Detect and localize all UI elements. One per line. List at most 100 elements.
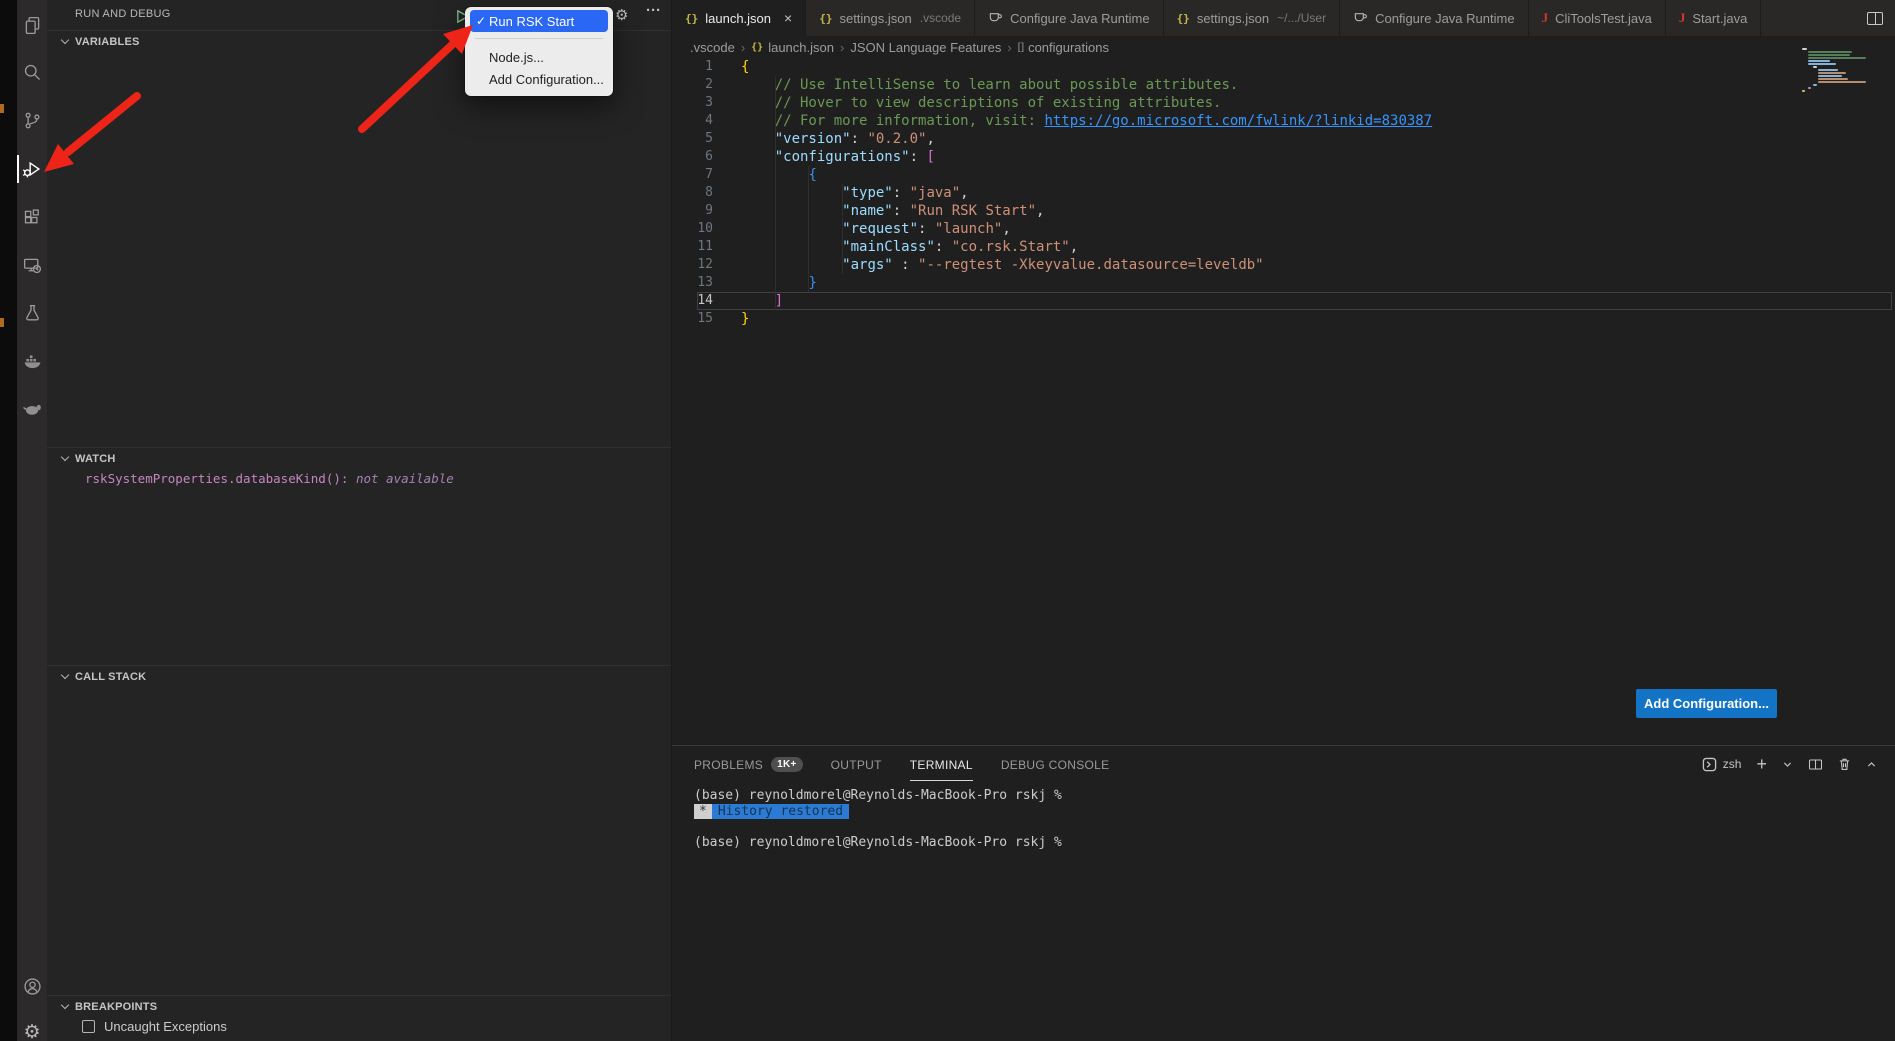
- line-text: // Use IntelliSense to learn about possi…: [741, 76, 1238, 94]
- menu-item-run-rsk-start[interactable]: ✓ Run RSK Start: [470, 10, 608, 32]
- watch-expression[interactable]: rskSystemProperties.databaseKind(): not …: [85, 471, 454, 486]
- line-text: "name": "Run RSK Start",: [741, 202, 1044, 220]
- line-number[interactable]: 11: [672, 238, 713, 256]
- gradle-elephant-icon[interactable]: [17, 391, 47, 427]
- breadcrumb-separator: ›: [741, 40, 745, 55]
- maximize-panel-chevron-up-icon[interactable]: [1866, 759, 1877, 770]
- tab-clitoolstest-java[interactable]: J CliToolsTest.java: [1529, 0, 1666, 36]
- code-line-14[interactable]: 14 ]: [672, 292, 1895, 310]
- line-number[interactable]: 6: [672, 148, 713, 166]
- code-line-11[interactable]: 11 "mainClass": "co.rsk.Start",: [672, 238, 1895, 256]
- tab-label: settings.json: [1197, 11, 1269, 26]
- source-control-icon[interactable]: [17, 102, 47, 138]
- line-number[interactable]: 8: [672, 184, 713, 202]
- kill-terminal-trash-icon[interactable]: [1838, 757, 1851, 771]
- terminal-output[interactable]: (base) reynoldmorel@Reynolds-MacBook-Pro…: [672, 782, 1895, 850]
- minimap-row: [1818, 78, 1848, 80]
- line-number[interactable]: 15: [672, 310, 713, 328]
- code-line-8[interactable]: 8 "type": "java",: [672, 184, 1895, 202]
- line-number[interactable]: 13: [672, 274, 713, 292]
- tab-output[interactable]: OUTPUT: [831, 746, 882, 782]
- watch-section-header[interactable]: WATCH: [47, 447, 671, 469]
- breadcrumb-vscode[interactable]: .vscode: [690, 40, 735, 55]
- chevron-down-icon[interactable]: [1782, 759, 1793, 770]
- tab-problems[interactable]: PROBLEMS 1K+: [694, 746, 803, 782]
- new-terminal-icon[interactable]: +: [1756, 755, 1767, 773]
- uncaught-exceptions-checkbox[interactable]: [82, 1020, 95, 1033]
- run-and-debug-icon[interactable]: [17, 151, 47, 187]
- code-line-9[interactable]: 9 "name": "Run RSK Start",: [672, 202, 1895, 220]
- breadcrumb-configurations[interactable]: [ ]configurations: [1018, 40, 1109, 55]
- code-line-5[interactable]: 5 "version": "0.2.0",: [672, 130, 1895, 148]
- search-icon[interactable]: [17, 54, 47, 90]
- line-text: {: [741, 58, 749, 76]
- code-line-1[interactable]: 1{: [672, 58, 1895, 76]
- terminal-prompt-icon: [1702, 757, 1717, 772]
- line-number[interactable]: 14: [672, 292, 713, 310]
- bottom-panel: PROBLEMS 1K+ OUTPUT TERMINAL DEBUG CONSO…: [672, 745, 1895, 1041]
- explorer-icon[interactable]: [17, 7, 47, 43]
- docker-icon[interactable]: [17, 343, 47, 379]
- editor-tab-bar: {} launch.json × {} settings.json .vscod…: [672, 0, 1895, 36]
- tab-label: CliToolsTest.java: [1555, 11, 1652, 26]
- more-actions-icon[interactable]: ···: [646, 2, 661, 19]
- menu-separator: [475, 38, 603, 39]
- settings-gear-icon[interactable]: ⚙: [17, 1014, 47, 1041]
- remote-explorer-icon[interactable]: [17, 247, 47, 283]
- watch-expression-text: rskSystemProperties.databaseKind():: [85, 471, 356, 486]
- array-icon: [ ]: [1018, 42, 1023, 53]
- code-line-10[interactable]: 10 "request": "launch",: [672, 220, 1895, 238]
- close-icon[interactable]: ×: [784, 10, 792, 26]
- line-number[interactable]: 4: [672, 112, 713, 130]
- variables-label: VARIABLES: [75, 36, 140, 48]
- tab-terminal[interactable]: TERMINAL: [910, 746, 973, 782]
- line-number[interactable]: 5: [672, 130, 713, 148]
- accounts-icon[interactable]: [17, 968, 47, 1004]
- line-number[interactable]: 2: [672, 76, 713, 94]
- menu-item-add-configuration[interactable]: Add Configuration...: [465, 68, 613, 90]
- line-number[interactable]: 7: [672, 166, 713, 184]
- code-line-6[interactable]: 6 "configurations": [: [672, 148, 1895, 166]
- tab-configure-java-runtime-1[interactable]: Configure Java Runtime: [975, 0, 1163, 36]
- tab-settings-json-vscode[interactable]: {} settings.json .vscode: [806, 0, 975, 36]
- launch-settings-gear-icon[interactable]: ⚙: [615, 6, 628, 24]
- code-editor[interactable]: 1{2 // Use IntelliSense to learn about p…: [672, 58, 1895, 745]
- call-stack-section-header[interactable]: CALL STACK: [47, 665, 671, 687]
- code-line-3[interactable]: 3 // Hover to view descriptions of exist…: [672, 94, 1895, 112]
- code-line-13[interactable]: 13 }: [672, 274, 1895, 292]
- history-star-badge: *: [694, 804, 712, 819]
- breakpoints-section-header[interactable]: BREAKPOINTS: [47, 995, 671, 1017]
- problems-count-badge: 1K+: [771, 757, 803, 772]
- tab-configure-java-runtime-2[interactable]: Configure Java Runtime: [1340, 0, 1528, 36]
- line-number[interactable]: 3: [672, 94, 713, 112]
- code-line-12[interactable]: 12 "args" : "--regtest -Xkeyvalue.dataso…: [672, 256, 1895, 274]
- minimap-row: [1818, 81, 1866, 83]
- add-configuration-button[interactable]: Add Configuration...: [1636, 689, 1777, 718]
- code-line-2[interactable]: 2 // Use IntelliSense to learn about pos…: [672, 76, 1895, 94]
- tab-settings-json-user[interactable]: {} settings.json ~/.../User: [1164, 0, 1341, 36]
- line-number[interactable]: 1: [672, 58, 713, 76]
- code-line-7[interactable]: 7 {: [672, 166, 1895, 184]
- minimap[interactable]: [1802, 48, 1880, 93]
- tab-debug-console[interactable]: DEBUG CONSOLE: [1001, 746, 1110, 782]
- testing-flask-icon[interactable]: [17, 295, 47, 331]
- debug-configuration-menu: ✓ Run RSK Start Node.js... Add Configura…: [465, 7, 613, 96]
- json-icon: {}: [685, 12, 698, 25]
- line-number[interactable]: 9: [672, 202, 713, 220]
- terminal-line: (base) reynoldmorel@Reynolds-MacBook-Pro…: [694, 835, 1895, 851]
- breadcrumb-json-language-features[interactable]: JSON Language Features: [850, 40, 1001, 55]
- code-line-4[interactable]: 4 // For more information, visit: https:…: [672, 112, 1895, 130]
- breadcrumb-launch-json[interactable]: {}launch.json: [751, 40, 834, 55]
- menu-item-nodejs[interactable]: Node.js...: [465, 46, 613, 68]
- split-terminal-icon[interactable]: [1808, 758, 1823, 771]
- indent-guide: [775, 76, 776, 310]
- line-number[interactable]: 12: [672, 256, 713, 274]
- line-number[interactable]: 10: [672, 220, 713, 238]
- shell-profile-chip[interactable]: zsh: [1702, 757, 1742, 772]
- code-line-15[interactable]: 15}: [672, 310, 1895, 328]
- minimap-row: [1813, 66, 1817, 68]
- extensions-icon[interactable]: [17, 199, 47, 235]
- tab-start-java[interactable]: J Start.java: [1666, 0, 1761, 36]
- split-editor-icon[interactable]: [1855, 0, 1895, 36]
- tab-launch-json[interactable]: {} launch.json ×: [672, 0, 806, 36]
